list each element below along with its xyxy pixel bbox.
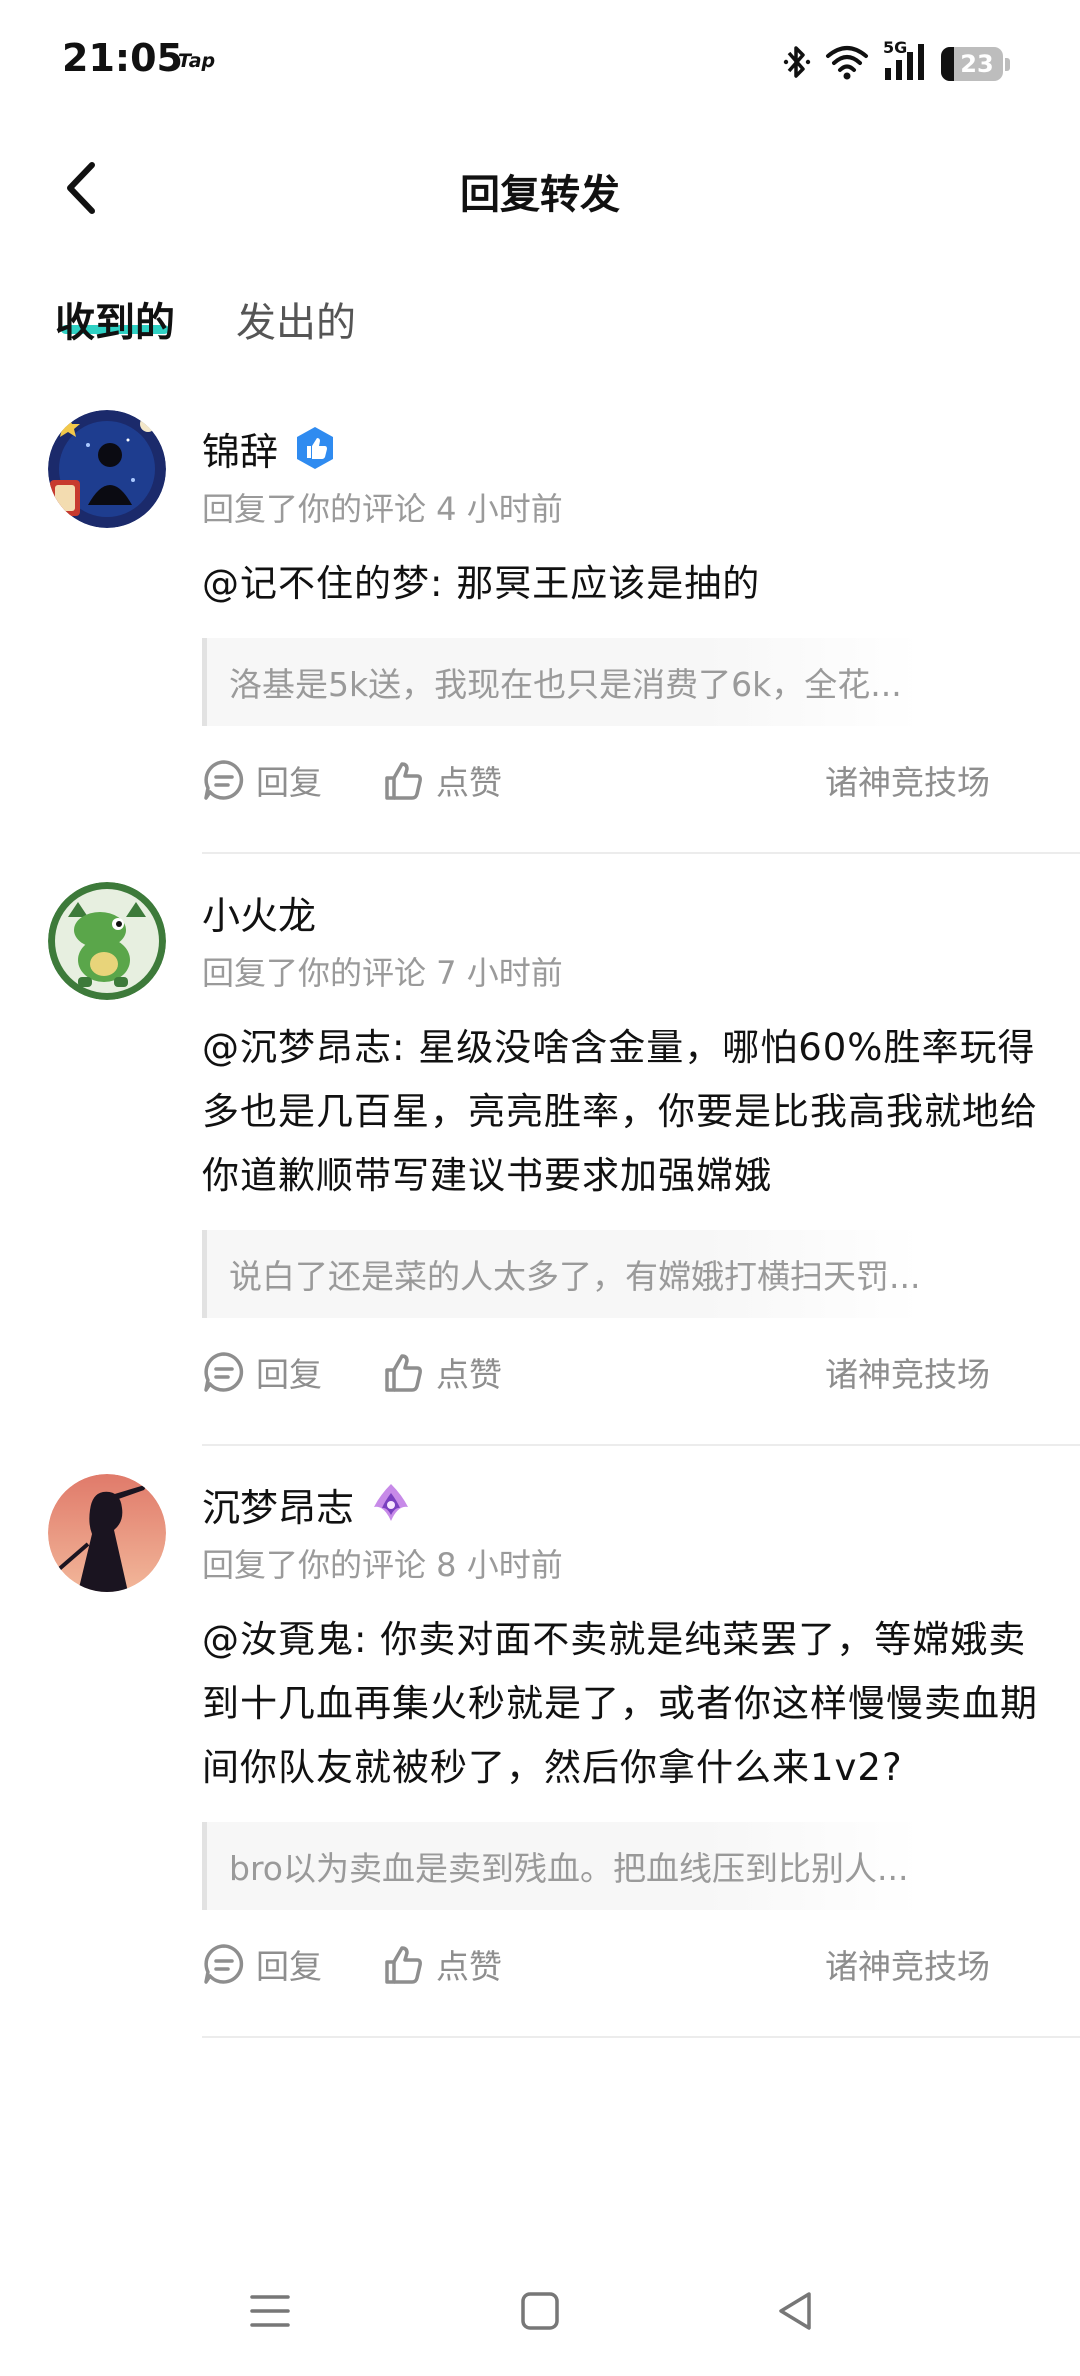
avatar[interactable] [48, 882, 166, 1000]
comment-item[interactable]: 沉梦昂志 回复了你的评论 8 小时前 @汝覔鬼: 你卖对面不卖就是纯菜罢了，等嫦… [0, 1446, 1080, 2038]
like-label: 点赞 [436, 1947, 502, 1986]
status-icons: 5G 23 [783, 38, 1010, 88]
menu-icon [250, 2295, 290, 2327]
page-title: 回复转发 [460, 172, 620, 218]
tab-sent[interactable]: 发出的 [236, 290, 356, 348]
comment-meta: 回复了你的评论 8 小时前 [202, 1546, 563, 1584]
comment-feed[interactable]: 锦辞 回复了你的评论 4 小时前 @记不住的梦: 那冥王应该是抽的 洛基是5k送… [0, 390, 1080, 2038]
comment-item[interactable]: 小火龙 回复了你的评论 7 小时前 @沉梦昂志: 星级没啥含金量，哪怕60%胜率… [0, 854, 1080, 1446]
reply-icon [204, 1352, 244, 1392]
status-time: 21:05 [62, 36, 183, 80]
tab-received[interactable]: 收到的 [55, 290, 175, 348]
comment-body[interactable]: @汝覔鬼: 你卖对面不卖就是纯菜罢了，等嫦娥卖到十几血再集火秒就是了，或者你这样… [202, 1608, 1040, 1800]
avatar[interactable] [48, 1474, 166, 1592]
comment-body[interactable]: @记不住的梦: 那冥王应该是抽的 [202, 552, 1040, 616]
comment-actions: 回复 点赞 诸神竞技场 [202, 726, 1040, 852]
comment-body[interactable]: @沉梦昂志: 星级没啥含金量，哪怕60%胜率玩得多也是几百星，亮亮胜率，你要是比… [202, 1016, 1040, 1208]
reply-label: 回复 [256, 763, 322, 802]
reply-label: 回复 [256, 1355, 322, 1394]
header: 回复转发 [0, 140, 1080, 240]
quoted-comment[interactable]: bro以为卖血是卖到残血。把血线压到比别人... [202, 1822, 920, 1910]
network-type: 5G [883, 38, 908, 57]
forum-link[interactable]: 诸神竞技场 [825, 756, 990, 804]
reply-icon [204, 760, 244, 800]
battery-icon: 23 [941, 47, 1003, 81]
home-button[interactable] [505, 2276, 575, 2346]
home-square-icon [521, 2292, 559, 2330]
thumbs-up-icon [385, 762, 422, 800]
comment-meta: 回复了你的评论 7 小时前 [202, 954, 563, 992]
thumbs-up-icon [385, 1946, 422, 1984]
tabs: 收到的 发出的 [0, 290, 1080, 370]
thumbs-up-icon [385, 1354, 422, 1392]
purple-crest-badge-icon [368, 1481, 414, 1527]
system-back-button[interactable] [760, 2276, 830, 2346]
comment-actions: 回复 点赞 诸神竞技场 [202, 1910, 1040, 2036]
status-bar: 21:05 Tap 5G 23 [0, 0, 1080, 120]
app-indicator: Tap [178, 50, 216, 72]
reply-button[interactable]: 回复 [202, 1940, 322, 1988]
reply-button[interactable]: 回复 [202, 1348, 322, 1396]
quoted-comment[interactable]: 说白了还是菜的人太多了，有嫦娥打横扫天罚... [202, 1230, 920, 1318]
like-button[interactable]: 点赞 [382, 1348, 502, 1396]
tab-sent-label: 发出的 [236, 300, 356, 346]
comment-actions: 回复 点赞 诸神竞技场 [202, 1318, 1040, 1444]
system-nav-bar [0, 2246, 1080, 2376]
comment-item[interactable]: 锦辞 回复了你的评论 4 小时前 @记不住的梦: 那冥王应该是抽的 洛基是5k送… [0, 390, 1080, 854]
menu-button[interactable] [235, 2276, 305, 2346]
comment-meta: 回复了你的评论 4 小时前 [202, 490, 563, 528]
forum-link[interactable]: 诸神竞技场 [825, 1348, 990, 1396]
username[interactable]: 沉梦昂志 [202, 1477, 354, 1532]
username[interactable]: 锦辞 [202, 421, 278, 476]
forum-link[interactable]: 诸神竞技场 [825, 1940, 990, 1988]
bluetooth-icon [783, 43, 811, 85]
username[interactable]: 小火龙 [202, 885, 316, 940]
like-label: 点赞 [436, 1355, 502, 1394]
tab-received-label: 收到的 [55, 300, 175, 346]
reply-icon [204, 1944, 244, 1984]
back-triangle-icon [779, 2292, 811, 2330]
quoted-comment[interactable]: 洛基是5k送，我现在也只是消费了6k，全花... [202, 638, 920, 726]
reply-label: 回复 [256, 1947, 322, 1986]
reply-button[interactable]: 回复 [202, 756, 322, 804]
verified-badge-icon [292, 425, 338, 471]
like-button[interactable]: 点赞 [382, 1940, 502, 1988]
battery-level: 23 [960, 50, 994, 78]
signal-icon: 5G [883, 38, 927, 86]
like-label: 点赞 [436, 763, 502, 802]
divider [202, 2036, 1080, 2038]
like-button[interactable]: 点赞 [382, 756, 502, 804]
avatar[interactable] [48, 410, 166, 528]
wifi-icon [825, 44, 869, 84]
